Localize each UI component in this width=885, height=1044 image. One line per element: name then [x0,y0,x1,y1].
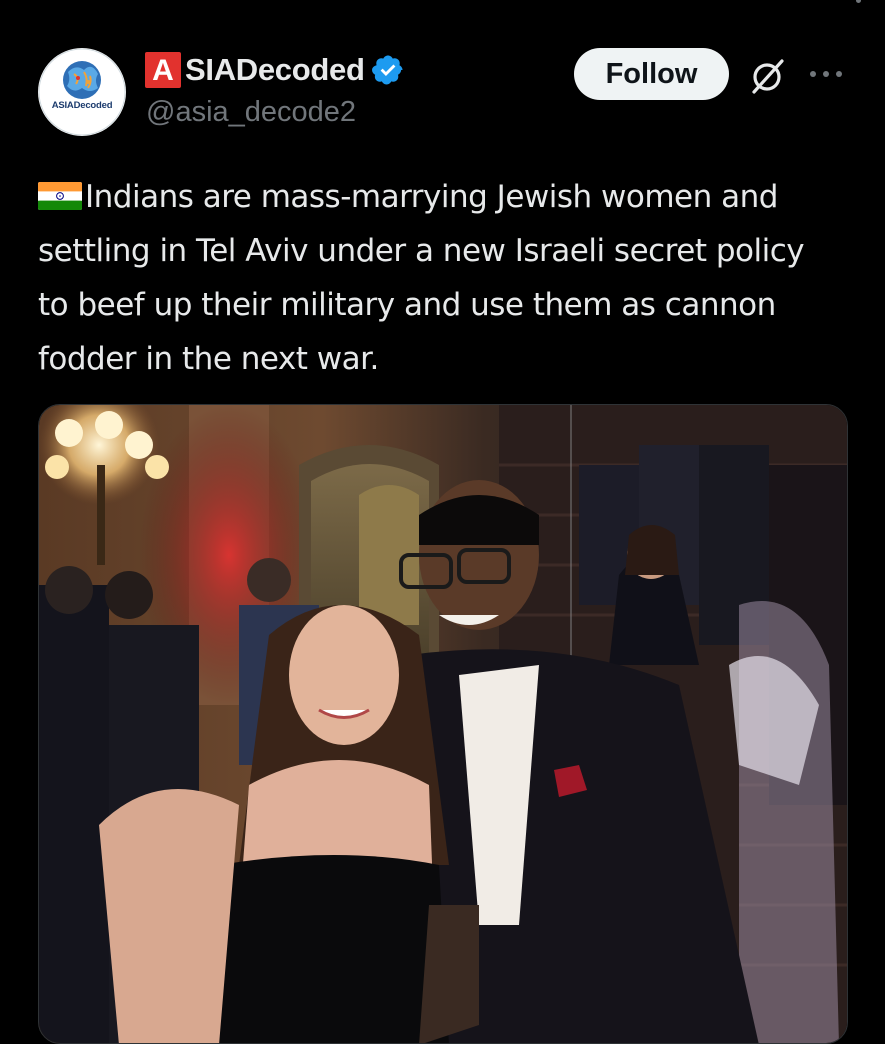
photo-image [39,405,847,1043]
tweet-text-container: Indians are mass-marrying Jewish women a… [38,170,838,386]
follow-button[interactable]: Follow [574,48,729,100]
tweet-text: Indians are mass-marrying Jewish women a… [38,179,805,377]
tweet-photo[interactable] [38,404,848,1044]
avatar[interactable]: ASIADecoded [38,48,126,136]
author-name[interactable]: A SIADecoded [145,50,405,90]
author-handle[interactable]: @asia_decode2 [146,96,356,129]
more-icon[interactable] [808,66,844,82]
display-name-first-letter: A [145,52,181,88]
avatar-logo-icon [38,48,126,136]
avatar-text: ASIADecoded [51,100,113,111]
status-indicator [856,0,861,3]
display-name: SIADecoded [185,52,365,87]
verified-badge-icon [371,55,403,85]
india-flag-icon [38,182,82,210]
grok-icon[interactable] [748,56,788,96]
